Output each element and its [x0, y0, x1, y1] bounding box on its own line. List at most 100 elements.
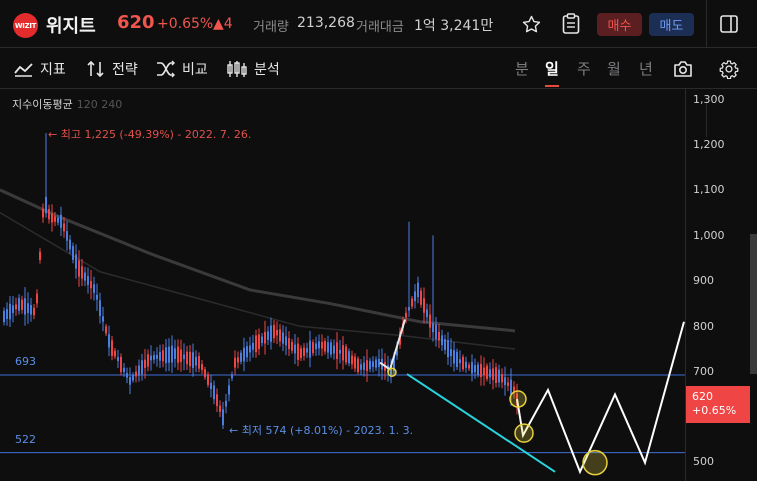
strategy-icon	[87, 60, 104, 78]
candle-body	[72, 246, 74, 260]
axis-tick: 1,000	[693, 229, 725, 242]
candle-body	[177, 346, 179, 363]
candle-body	[495, 367, 497, 384]
stock-header: WIZIT 위지트 620 +0.65% ▲4 거래량 213,268 거래대금…	[0, 0, 757, 48]
stock-name[interactable]: 위지트	[46, 12, 96, 38]
candle-body	[423, 298, 425, 313]
candle-body	[255, 335, 257, 353]
candle-body	[195, 356, 197, 366]
ma-120-line	[0, 212, 516, 350]
compare-label: 비교	[182, 62, 208, 78]
memo-icon[interactable]	[559, 12, 583, 36]
candle-body	[102, 316, 104, 322]
candle-body	[375, 359, 377, 368]
candle-body	[420, 290, 422, 305]
panel-icon[interactable]	[717, 12, 741, 36]
line-522-label: 522	[15, 433, 36, 446]
volume-value: 213,268	[297, 15, 355, 31]
candle-body	[351, 355, 353, 365]
strategy-button[interactable]: 전략	[86, 59, 138, 79]
candle-body	[204, 369, 206, 378]
period-year[interactable]: 년	[639, 58, 653, 79]
candle-body	[222, 409, 224, 426]
candle-body	[21, 299, 23, 310]
signal-marker	[514, 423, 534, 443]
candle-body	[237, 357, 239, 363]
candle-body	[84, 272, 86, 281]
sell-button[interactable]: 매도	[649, 13, 694, 36]
low-annotation: ← 최저 574 (+8.01%) - 2023. 1. 3.	[229, 424, 414, 437]
candle-body	[213, 385, 215, 400]
candle-body	[51, 213, 53, 223]
indicator-icon	[14, 63, 33, 77]
candle-body	[363, 362, 365, 370]
candle-body	[147, 354, 149, 367]
candle-body	[162, 350, 164, 362]
candle-body	[138, 365, 140, 376]
volume-label: 거래량	[253, 20, 289, 35]
ma-240-line	[0, 188, 516, 333]
candle-body	[264, 331, 266, 344]
scroll-indicator[interactable]	[750, 234, 757, 374]
candle-body	[306, 348, 308, 353]
candle-body	[6, 309, 8, 319]
candle-body	[231, 374, 233, 379]
change-amount: ▲4	[213, 16, 233, 32]
candle-body	[30, 305, 32, 315]
candle-body	[15, 304, 17, 310]
candle-body	[258, 334, 260, 350]
candle-body	[81, 266, 83, 279]
period-week[interactable]: 주	[577, 58, 591, 79]
candle-body	[501, 374, 503, 383]
star-icon[interactable]	[519, 12, 543, 36]
candle-body	[345, 346, 347, 363]
indicator-button[interactable]: 지표	[14, 59, 66, 79]
period-month[interactable]: 월	[607, 58, 621, 79]
candle-body	[201, 363, 203, 370]
candle-body	[315, 343, 317, 350]
candle-body	[438, 331, 440, 341]
candle-body	[489, 369, 491, 378]
candle-body	[321, 341, 323, 349]
axis-tick: 500	[693, 455, 714, 468]
candle-body	[144, 359, 146, 368]
candle-body	[57, 217, 59, 223]
camera-icon[interactable]	[671, 57, 695, 81]
candle-body	[354, 356, 356, 369]
candle-body	[378, 358, 380, 367]
buy-button[interactable]: 매수	[597, 13, 642, 36]
candle-body	[471, 362, 473, 374]
candle-body	[9, 303, 11, 320]
candle-body	[153, 355, 155, 360]
candle-body	[339, 349, 341, 354]
candle-body	[159, 351, 161, 361]
candle-body	[300, 348, 302, 358]
candle-body	[150, 355, 152, 361]
candle-body	[216, 394, 218, 407]
candle-body	[318, 341, 320, 349]
gear-icon[interactable]	[717, 57, 741, 81]
candle-body	[141, 360, 143, 375]
candle-body	[39, 251, 41, 260]
candle-body	[117, 357, 119, 361]
price-chart[interactable]: 지수이동평균 120 240 ← 최고 1,225 (-49.39%) - 202…	[0, 89, 757, 481]
period-minute[interactable]: 분	[515, 58, 529, 79]
candle-body	[303, 347, 305, 356]
candle-body	[417, 282, 419, 298]
candle-body	[336, 342, 338, 360]
candle-body	[324, 341, 326, 352]
candle-body	[285, 336, 287, 346]
candle-body	[411, 298, 413, 307]
candle-body	[207, 374, 209, 385]
signal-marker	[582, 449, 608, 476]
candle-body	[93, 284, 95, 293]
period-day[interactable]: 일	[545, 58, 559, 79]
candle-body	[252, 342, 254, 350]
candle-body	[225, 400, 227, 407]
candle-body	[27, 303, 29, 313]
candle-body	[126, 373, 128, 378]
candle-body	[270, 325, 272, 342]
candle-body	[405, 312, 407, 318]
analysis-button[interactable]: 분석	[226, 59, 280, 79]
compare-button[interactable]: 비교	[156, 59, 208, 79]
